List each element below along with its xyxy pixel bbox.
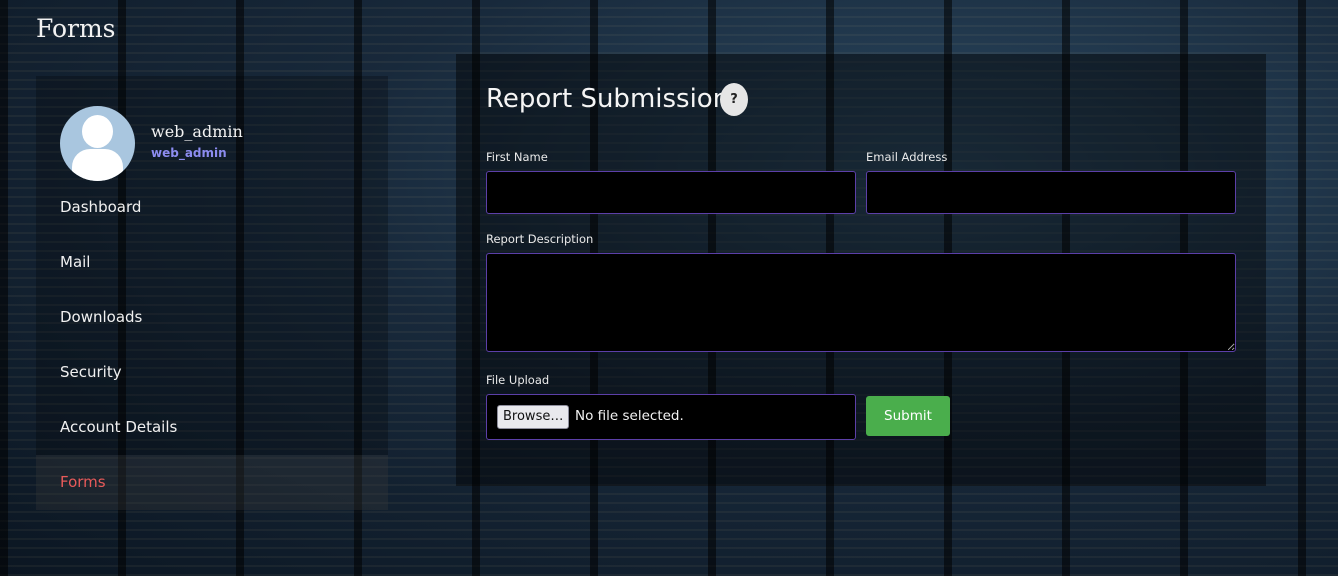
file-upload-label: File Upload — [486, 373, 550, 387]
report-description-label: Report Description — [486, 232, 594, 246]
form-title: Report Submission — [486, 84, 730, 114]
sidebar-item-forms[interactable]: Forms — [36, 455, 388, 510]
avatar-body-shape — [72, 149, 123, 181]
browse-button[interactable]: Browse… — [497, 405, 570, 429]
file-upload-input[interactable]: Browse… No file selected. — [486, 394, 856, 440]
sidebar-item-downloads[interactable]: Downloads — [36, 290, 388, 345]
submit-button[interactable]: Submit — [866, 396, 950, 436]
sidebar: web_admin web_admin Dashboard Mail Downl… — [36, 76, 388, 510]
file-status-text: No file selected. — [575, 408, 684, 424]
report-description-textarea[interactable] — [486, 253, 1236, 352]
sidebar-item-account-details[interactable]: Account Details — [36, 400, 388, 455]
first-name-input[interactable] — [486, 171, 856, 214]
help-button[interactable]: ? — [720, 83, 748, 116]
first-name-label: First Name — [486, 150, 548, 164]
sidebar-item-mail[interactable]: Mail — [36, 235, 388, 290]
profile-name: web_admin — [151, 122, 243, 141]
email-label: Email Address — [866, 150, 948, 164]
avatar-head-shape — [82, 115, 113, 148]
profile-handle[interactable]: web_admin — [151, 146, 227, 160]
report-form-panel: Report Submission ? First Name Email Add… — [456, 54, 1266, 486]
page-title: Forms — [36, 14, 116, 43]
email-input[interactable] — [866, 171, 1236, 214]
avatar — [60, 106, 135, 181]
sidebar-item-security[interactable]: Security — [36, 345, 388, 400]
sidebar-item-dashboard[interactable]: Dashboard — [36, 180, 388, 235]
